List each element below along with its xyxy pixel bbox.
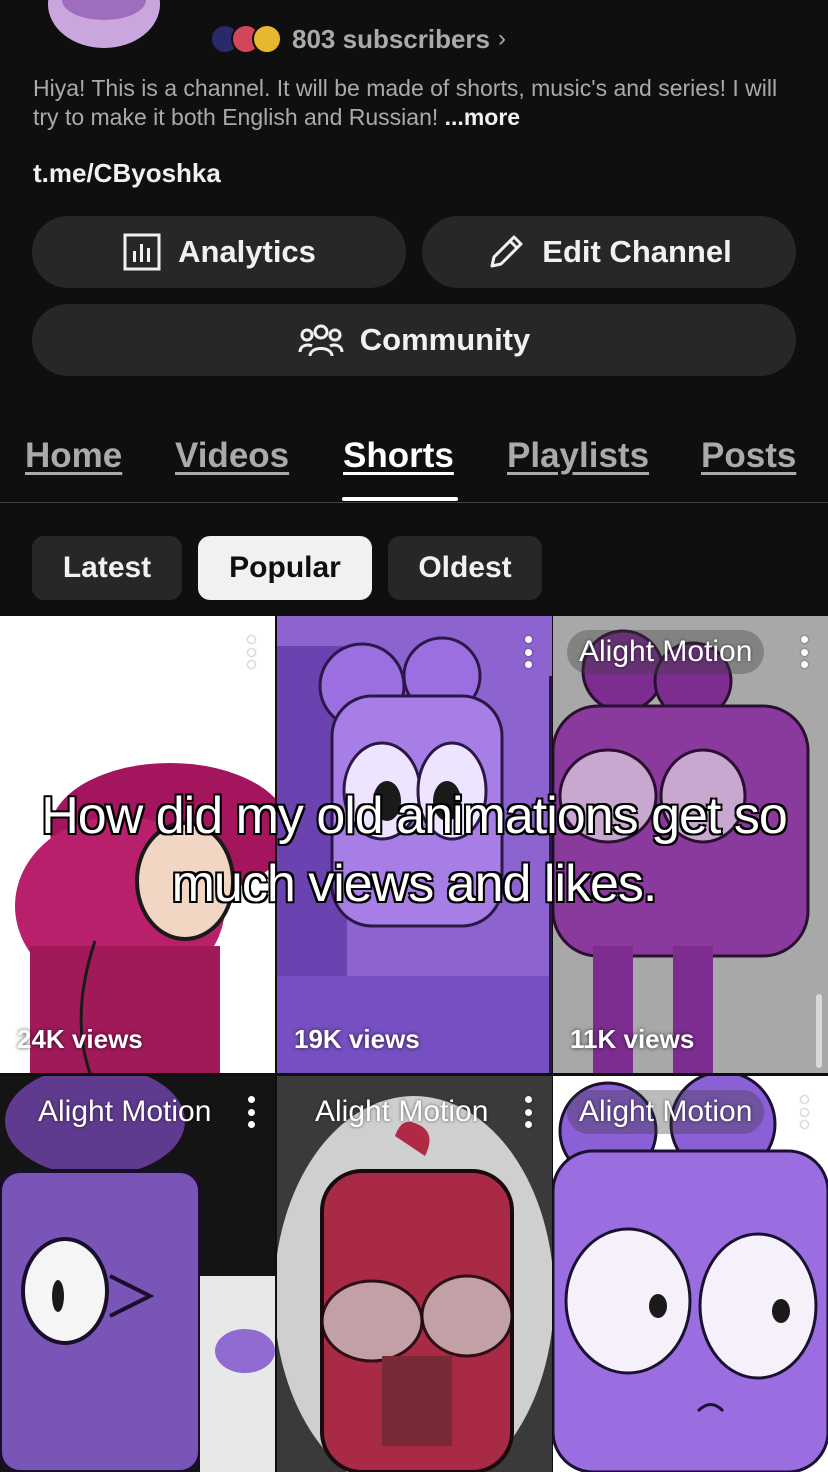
short-thumbnail[interactable]: Alight Motion <box>0 1076 275 1472</box>
analytics-icon <box>123 233 161 271</box>
thumbnail-art <box>0 1076 275 1472</box>
analytics-button[interactable]: Analytics <box>32 216 406 288</box>
channel-avatar[interactable] <box>48 0 160 48</box>
more-link[interactable]: ...more <box>445 104 520 130</box>
filter-oldest[interactable]: Oldest <box>388 536 542 600</box>
watermark-label: Alight Motion <box>38 1095 212 1128</box>
active-tab-indicator <box>342 497 458 501</box>
short-thumbnail[interactable]: Alight Motion <box>277 1076 552 1472</box>
subscriber-count: 803 subscribers <box>292 23 491 54</box>
more-vert-icon[interactable] <box>522 636 534 668</box>
community-button[interactable]: Community <box>32 304 796 376</box>
community-icon <box>298 324 344 357</box>
more-vert-icon[interactable] <box>798 636 810 668</box>
community-label: Community <box>359 322 531 357</box>
analytics-label: Analytics <box>178 234 316 269</box>
watermark-label: Alight Motion <box>567 630 765 674</box>
tab-shorts[interactable]: Shorts <box>343 436 454 476</box>
watermark-label: Alight Motion <box>567 1090 765 1134</box>
channel-link[interactable]: t.me/CByoshka <box>33 158 221 189</box>
shorts-grid: 24K views 19K views Alight Motion 11K vi… <box>0 616 828 1472</box>
more-vert-icon[interactable] <box>522 1096 534 1128</box>
tab-playlists[interactable]: Playlists <box>507 436 649 476</box>
short-thumbnail[interactable]: Alight Motion <box>553 1076 828 1472</box>
chevron-right-icon: › <box>498 25 507 52</box>
thumbnail-art <box>553 1076 828 1472</box>
tab-home[interactable]: Home <box>25 436 122 476</box>
short-views: 11K views <box>570 1024 695 1054</box>
description-text: Hiya! This is a channel. It will be made… <box>33 75 778 130</box>
watermark-label: Alight Motion <box>315 1095 489 1128</box>
subscriber-avatars <box>210 24 282 54</box>
channel-description[interactable]: Hiya! This is a channel. It will be made… <box>33 74 793 132</box>
filter-popular[interactable]: Popular <box>198 536 372 600</box>
channel-tabs: Home Videos Shorts Playlists Posts <box>0 430 828 503</box>
thumbnail-art <box>277 1076 552 1472</box>
short-views: 19K views <box>294 1024 420 1054</box>
overlay-caption: How did my old animations get so much vi… <box>40 786 789 914</box>
short-views: 24K views <box>17 1024 143 1054</box>
more-vert-icon[interactable] <box>798 1096 810 1128</box>
scrollbar-thumb[interactable] <box>816 994 822 1068</box>
edit-channel-label: Edit Channel <box>542 234 732 269</box>
pencil-icon <box>490 235 523 268</box>
tab-videos[interactable]: Videos <box>175 436 289 476</box>
more-vert-icon[interactable] <box>245 636 257 668</box>
filter-latest[interactable]: Latest <box>32 536 182 600</box>
edit-channel-button[interactable]: Edit Channel <box>422 216 796 288</box>
subscribers-row[interactable]: 803 subscribers › <box>210 22 506 56</box>
more-vert-icon[interactable] <box>245 1096 257 1128</box>
tab-posts[interactable]: Posts <box>701 436 796 476</box>
